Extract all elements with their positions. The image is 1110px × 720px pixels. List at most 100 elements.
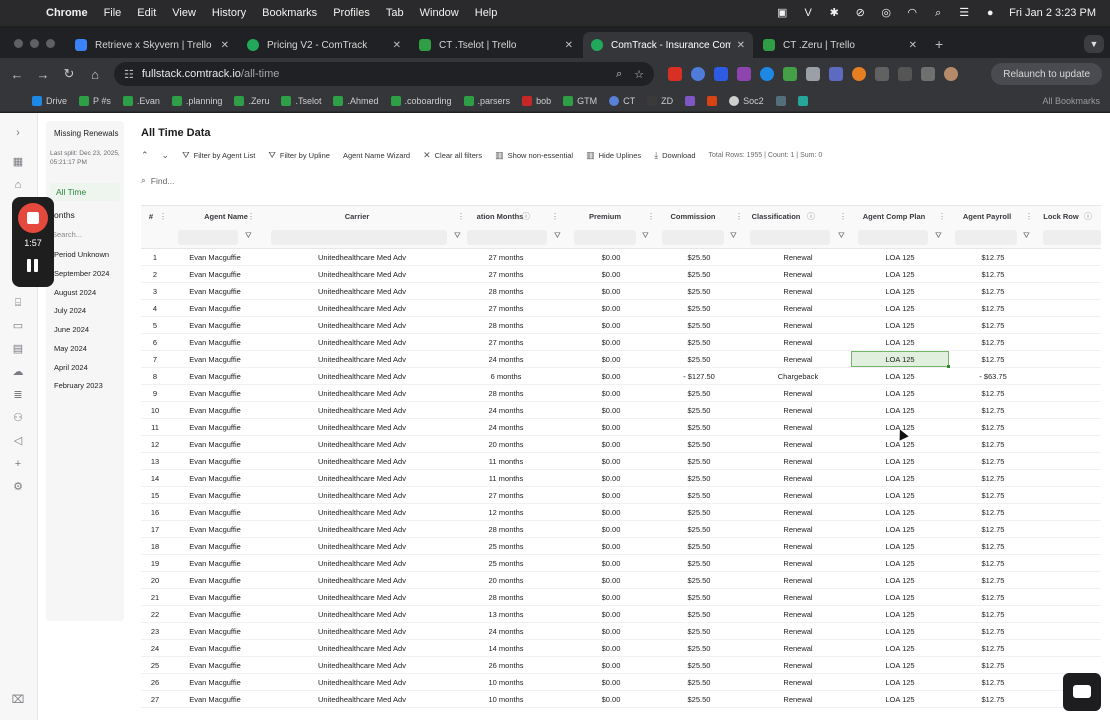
cell-agent-name[interactable]: Evan Macguffie	[175, 640, 255, 657]
cell-row-number[interactable]: 22	[141, 606, 169, 623]
filter-icon[interactable]: ⛛	[730, 231, 737, 241]
cell-row-number[interactable]: 11	[141, 419, 169, 436]
filter-icon[interactable]: ⛛	[554, 231, 561, 241]
table-row[interactable]: 22 Evan Macguffie Unitedhealthcare Med Adv…	[141, 606, 1101, 623]
filter-icon[interactable]: ⛛	[245, 231, 252, 241]
cell-commission[interactable]: $25.50	[659, 674, 739, 691]
browser-tab[interactable]: CT .Tselot | Trello ✕	[411, 32, 581, 58]
extension-icon[interactable]	[714, 67, 728, 81]
cell-classification[interactable]: Renewal	[753, 623, 843, 640]
cell-duration-months[interactable]: 27 months	[467, 487, 545, 504]
minimize-window-icon[interactable]	[30, 39, 39, 48]
bookmark-item[interactable]: CT	[609, 95, 635, 106]
cell-row-number[interactable]: 1	[141, 249, 169, 266]
cell-duration-months[interactable]: 27 months	[467, 334, 545, 351]
close-tab-icon[interactable]: ✕	[909, 40, 917, 51]
period-all-time[interactable]: All Time	[50, 183, 120, 201]
cell-classification[interactable]: Renewal	[753, 657, 843, 674]
cell-agent-comp-plan[interactable]: LOA 125	[855, 453, 945, 470]
cell-carrier[interactable]: Unitedhealthcare Med Adv	[291, 453, 433, 470]
cell-duration-months[interactable]: 28 months	[467, 385, 545, 402]
cell-premium[interactable]: $0.00	[571, 385, 651, 402]
cell-agent-payroll[interactable]: $12.75	[953, 657, 1033, 674]
cell-commission[interactable]: $25.50	[659, 623, 739, 640]
cell-commission[interactable]: $25.50	[659, 419, 739, 436]
cell-duration-months[interactable]: 13 months	[467, 606, 545, 623]
cell-premium[interactable]: $0.00	[571, 368, 651, 385]
cell-commission[interactable]: $25.50	[659, 640, 739, 657]
cell-carrier[interactable]: Unitedhealthcare Med Adv	[291, 691, 433, 708]
info-icon[interactable]: ⓘ	[807, 206, 815, 228]
cell-agent-comp-plan[interactable]: LOA 125	[855, 691, 945, 708]
filter-input-commission[interactable]	[662, 230, 724, 245]
column-header-number[interactable]: #	[141, 206, 161, 228]
cell-duration-months[interactable]: 27 months	[467, 266, 545, 283]
cell-agent-comp-plan[interactable]: LOA 125	[855, 555, 945, 572]
cell-commission[interactable]: $25.50	[659, 504, 739, 521]
find-input[interactable]: ⌕ Find...	[141, 175, 1101, 186]
clear-all-filters-button[interactable]: ✕ Clear all filters	[423, 150, 482, 161]
cell-agent-payroll[interactable]: - $63.75	[953, 368, 1033, 385]
bookmark-item[interactable]: Soc2	[729, 95, 764, 106]
cell-premium[interactable]: $0.00	[571, 674, 651, 691]
extensions-puzzle-icon[interactable]	[898, 67, 912, 81]
cell-classification[interactable]: Renewal	[753, 691, 843, 708]
cell-premium[interactable]: $0.00	[571, 589, 651, 606]
table-row[interactable]: 18 Evan Macguffie Unitedhealthcare Med Adv…	[141, 538, 1101, 555]
cell-agent-comp-plan[interactable]: LOA 125	[855, 470, 945, 487]
cell-carrier[interactable]: Unitedhealthcare Med Adv	[291, 487, 433, 504]
period-item[interactable]: Period Unknown	[54, 250, 109, 259]
cell-carrier[interactable]: Unitedhealthcare Med Adv	[291, 623, 433, 640]
column-header-agent-name[interactable]: Agent Name	[171, 206, 281, 228]
cell-commission[interactable]: $25.50	[659, 555, 739, 572]
siri-icon[interactable]: ●	[983, 7, 997, 19]
cell-agent-payroll[interactable]: $12.75	[953, 470, 1033, 487]
cell-row-number[interactable]: 27	[141, 691, 169, 708]
menu-clock[interactable]: Fri Jan 2 3:23 PM	[1009, 7, 1096, 19]
cell-row-number[interactable]: 18	[141, 538, 169, 555]
cell-agent-name[interactable]: Evan Macguffie	[175, 538, 255, 555]
cell-row-number[interactable]: 4	[141, 300, 169, 317]
period-search-input[interactable]: Search...	[52, 230, 82, 239]
extension-icon[interactable]	[783, 67, 797, 81]
cell-row-number[interactable]: 5	[141, 317, 169, 334]
cell-carrier[interactable]: Unitedhealthcare Med Adv	[291, 283, 433, 300]
cell-agent-payroll[interactable]: $12.75	[953, 606, 1033, 623]
cell-row-number[interactable]: 17	[141, 521, 169, 538]
cell-duration-months[interactable]: 10 months	[467, 674, 545, 691]
cell-duration-months[interactable]: 25 months	[467, 538, 545, 555]
filter-icon[interactable]: ⛛	[838, 231, 845, 241]
table-row[interactable]: 25 Evan Macguffie Unitedhealthcare Med Adv…	[141, 657, 1101, 674]
cell-classification[interactable]: Renewal	[753, 521, 843, 538]
cell-agent-name[interactable]: Evan Macguffie	[175, 623, 255, 640]
extension-icon[interactable]	[691, 67, 705, 81]
column-header-commission[interactable]: Commission	[651, 206, 735, 228]
extension-icon[interactable]	[829, 67, 843, 81]
cell-premium[interactable]: $0.00	[571, 538, 651, 555]
cell-premium[interactable]: $0.00	[571, 249, 651, 266]
cell-agent-comp-plan[interactable]: LOA 125	[855, 640, 945, 657]
cell-row-number[interactable]: 6	[141, 334, 169, 351]
cell-agent-payroll[interactable]: $12.75	[953, 385, 1033, 402]
cell-commission[interactable]: $25.50	[659, 402, 739, 419]
cell-agent-payroll[interactable]: $12.75	[953, 623, 1033, 640]
cell-duration-months[interactable]: 20 months	[467, 436, 545, 453]
pause-recording-icon[interactable]	[26, 259, 40, 273]
cell-agent-comp-plan[interactable]: LOA 125	[855, 589, 945, 606]
cell-agent-name[interactable]: Evan Macguffie	[175, 470, 255, 487]
table-row[interactable]: 15 Evan Macguffie Unitedhealthcare Med Adv…	[141, 487, 1101, 504]
cell-carrier[interactable]: Unitedhealthcare Med Adv	[291, 674, 433, 691]
cell-premium[interactable]: $0.00	[571, 351, 651, 368]
cell-carrier[interactable]: Unitedhealthcare Med Adv	[291, 657, 433, 674]
extension-icon[interactable]	[760, 67, 774, 81]
cell-row-number[interactable]: 23	[141, 623, 169, 640]
cell-agent-payroll[interactable]: $12.75	[953, 691, 1033, 708]
cell-carrier[interactable]: Unitedhealthcare Med Adv	[291, 640, 433, 657]
cell-agent-comp-plan[interactable]: LOA 125	[855, 283, 945, 300]
cell-classification[interactable]: Renewal	[753, 589, 843, 606]
cell-agent-name[interactable]: Evan Macguffie	[175, 385, 255, 402]
cell-premium[interactable]: $0.00	[571, 317, 651, 334]
table-row[interactable]: 14 Evan Macguffie Unitedhealthcare Med Adv…	[141, 470, 1101, 487]
cell-agent-name[interactable]: Evan Macguffie	[175, 334, 255, 351]
cell-duration-months[interactable]: 11 months	[467, 453, 545, 470]
